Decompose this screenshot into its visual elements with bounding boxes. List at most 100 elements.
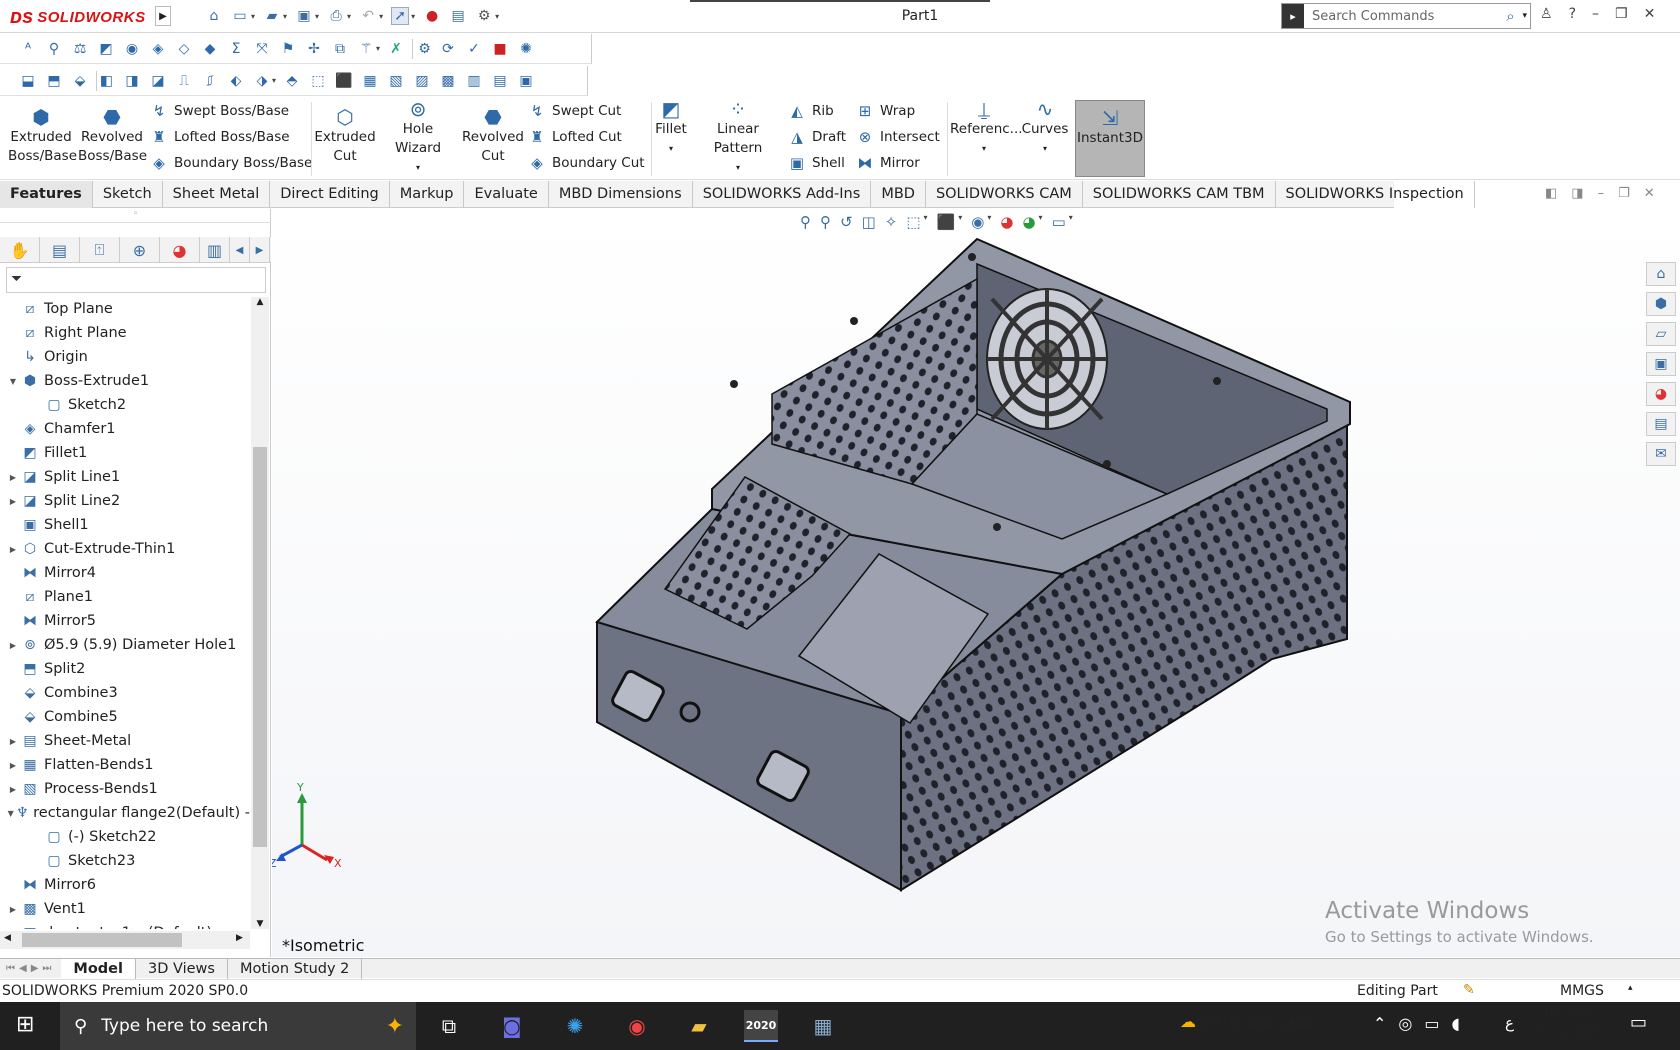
revolved-cut-button[interactable]: ⬣ Revolved Cut [460, 106, 526, 166]
tree-item[interactable]: ⧓ Mirror5 [0, 609, 250, 633]
chevron-up-icon[interactable]: ⌃ [1373, 1014, 1386, 1033]
expand-toggle-icon[interactable]: ▼ [6, 809, 16, 818]
tab-slot-icon[interactable]: ▥ [464, 71, 484, 91]
search-input[interactable]: Search Commands [1304, 9, 1498, 24]
unit-system[interactable]: MMGS [1560, 983, 1604, 999]
teams-icon[interactable]: ◙ [495, 1010, 529, 1042]
edge-flange-icon[interactable]: ◧ [96, 70, 116, 91]
rib-button[interactable]: ◭ Rib [788, 98, 846, 124]
chevron-right-icon[interactable]: ▶ [250, 237, 270, 263]
tree-item[interactable]: ▼ ♆ rectangular flange2(Default) - [0, 801, 250, 825]
tree-item[interactable]: ▶ ▦ Flatten-Bends1 [0, 753, 250, 777]
restore-icon[interactable]: ❐ [1615, 6, 1628, 22]
scroll-up-icon[interactable]: ▲ [251, 297, 269, 307]
tree-item[interactable]: ▶▥ d-cutout <1> (Default) [0, 921, 250, 929]
extruded-cut-button[interactable]: ⬡ Extruded Cut [314, 106, 376, 166]
tab-evaluate[interactable]: Evaluate [464, 181, 549, 208]
vent-icon[interactable]: ▤ [490, 71, 510, 91]
fillet-button[interactable]: ◩ Fillet ▾ [654, 98, 688, 158]
tree-item[interactable]: ⧄ Right Plane [0, 321, 250, 345]
chevron-down-icon[interactable]: ▾ [924, 213, 928, 231]
base-flange-icon[interactable]: ⬓ [18, 71, 38, 91]
undercut-icon[interactable]: ⚑ [278, 39, 298, 59]
shell-button[interactable]: ▣ Shell [788, 150, 846, 176]
draft-analysis-icon[interactable]: ⤧ [252, 39, 272, 59]
tab-nav-icon[interactable]: ⏮◀▶⏭ [0, 963, 61, 974]
tree-item[interactable]: ▼ ⬢ Boss-Extrude1 [0, 369, 250, 393]
expand-toggle-icon[interactable]: ▶ [6, 545, 20, 554]
check-icon[interactable]: ◇ [174, 39, 194, 59]
home-icon[interactable]: ⌂ [1646, 262, 1676, 286]
panel-grip[interactable]: ◦ [0, 209, 271, 223]
instant3d-button[interactable]: ⇲ Instant3D [1075, 100, 1145, 177]
custom-properties-icon[interactable]: ▤ [1646, 412, 1676, 436]
tree-filter-input[interactable]: ⏷ [6, 267, 266, 293]
notifications-icon[interactable]: ▭ [1630, 1012, 1647, 1033]
chevron-down-icon[interactable]: ▾ [1039, 213, 1043, 231]
taskbar-search-input[interactable]: Type here to search [101, 1016, 268, 1036]
tab-solidworks-cam-tbm[interactable]: SOLIDWORKS CAM TBM [1083, 181, 1276, 208]
network-icon[interactable]: ▭ [1424, 1014, 1439, 1033]
tree-item[interactable]: ⬙ Combine3 [0, 681, 250, 705]
tree-item[interactable]: ⧄ Plane1 [0, 585, 250, 609]
measure-icon[interactable]: ⚲ [44, 39, 64, 59]
chevron-down-icon[interactable]: ▾ [1020, 139, 1070, 158]
convert-to-sheet-metal-icon[interactable]: ⬒ [44, 71, 64, 91]
tile-right-icon[interactable]: ◨ [1571, 186, 1583, 201]
tab-mbd[interactable]: MBD [871, 181, 926, 208]
expand-toggle-icon[interactable]: ▶ [6, 929, 20, 930]
spell-check-icon[interactable]: ᴬ [18, 39, 38, 59]
chevron-down-icon[interactable]: ▾ [411, 12, 415, 21]
tab-sheet-metal[interactable]: Sheet Metal [163, 181, 271, 208]
swept-boss-button[interactable]: ↯ Swept Boss/Base [150, 98, 312, 124]
tree-item[interactable]: ▶ ◪ Split Line1 [0, 465, 250, 489]
calculator-icon[interactable]: ▦ [806, 1010, 840, 1042]
dynamic-annotation-icon[interactable]: ✧ [885, 213, 898, 231]
tab-sketch[interactable]: Sketch [93, 181, 163, 208]
file-explorer-icon[interactable]: ▰ [682, 1010, 716, 1042]
menu-expand-button[interactable]: ▶ [155, 6, 171, 26]
wrap-button[interactable]: ⊞ Wrap [856, 98, 940, 124]
dimxpert-icon[interactable]: ⊕ [120, 237, 160, 263]
gusset-icon[interactable]: ▣ [516, 71, 536, 91]
edit-appearance-icon[interactable]: ◕ [1000, 213, 1013, 231]
chrome-icon[interactable]: ◉ [620, 1010, 654, 1042]
chevron-down-icon[interactable]: ▾ [1522, 11, 1530, 21]
tree-item[interactable]: ⧓ Mirror4 [0, 561, 250, 585]
minimize-icon[interactable]: – [1598, 186, 1605, 201]
tab-solidworks-cam[interactable]: SOLIDWORKS CAM [926, 181, 1083, 208]
forming-tool-icon[interactable]: ⬘ [282, 71, 302, 91]
hide-show-items-icon[interactable]: ◉ [971, 213, 984, 231]
parting-line-icon[interactable]: ✢ [304, 39, 324, 59]
tile-left-icon[interactable]: ◧ [1545, 186, 1557, 201]
tab-3d-views[interactable]: 3D Views [136, 958, 228, 979]
tree-vertical-scrollbar[interactable]: ▲ ▼ [251, 297, 269, 929]
tab-features[interactable]: Features [0, 181, 93, 208]
corners-icon[interactable]: ⬗ [252, 71, 272, 91]
tree-item[interactable]: ◈ Chamfer1 [0, 417, 250, 441]
sketched-bend-icon[interactable]: ⎎ [200, 71, 220, 91]
lofted-boss-button[interactable]: ♜ Lofted Boss/Base [150, 124, 312, 150]
lofted-cut-button[interactable]: ♜ Lofted Cut [528, 124, 645, 150]
tab-mbd-dimensions[interactable]: MBD Dimensions [549, 181, 693, 208]
jog-icon[interactable]: ⎍ [174, 71, 194, 91]
solidworks-taskbar-icon[interactable]: 2020 [744, 1010, 778, 1042]
scroll-thumb[interactable] [22, 933, 182, 947]
compare-icon[interactable]: ✗ [386, 39, 406, 59]
chevron-down-icon[interactable]: ▾ [495, 12, 499, 21]
chevron-down-icon[interactable]: ▾ [950, 139, 1018, 158]
property-manager-icon[interactable]: ▤ [40, 237, 80, 263]
view-palette-icon[interactable]: ▣ [1646, 352, 1676, 376]
section-view-icon[interactable]: ◫ [862, 213, 876, 231]
chevron-down-icon[interactable]: ▾ [251, 12, 255, 21]
select-arrow-icon[interactable]: ➚ [391, 7, 410, 25]
chevron-down-icon[interactable]: ▾ [315, 12, 319, 21]
task-view-icon[interactable]: ⧉ [432, 1010, 466, 1042]
view-settings-icon[interactable]: ▭ [1052, 213, 1066, 231]
close-icon[interactable]: ✕ [1644, 186, 1655, 201]
graphics-area[interactable]: Y X Z [272, 209, 1680, 957]
file-properties-icon[interactable]: ▤ [449, 7, 467, 25]
chevron-down-icon[interactable]: ▾ [654, 139, 688, 158]
chevron-down-icon[interactable]: ▾ [958, 213, 962, 231]
view-orientation-icon[interactable]: ⬚ [906, 213, 920, 231]
